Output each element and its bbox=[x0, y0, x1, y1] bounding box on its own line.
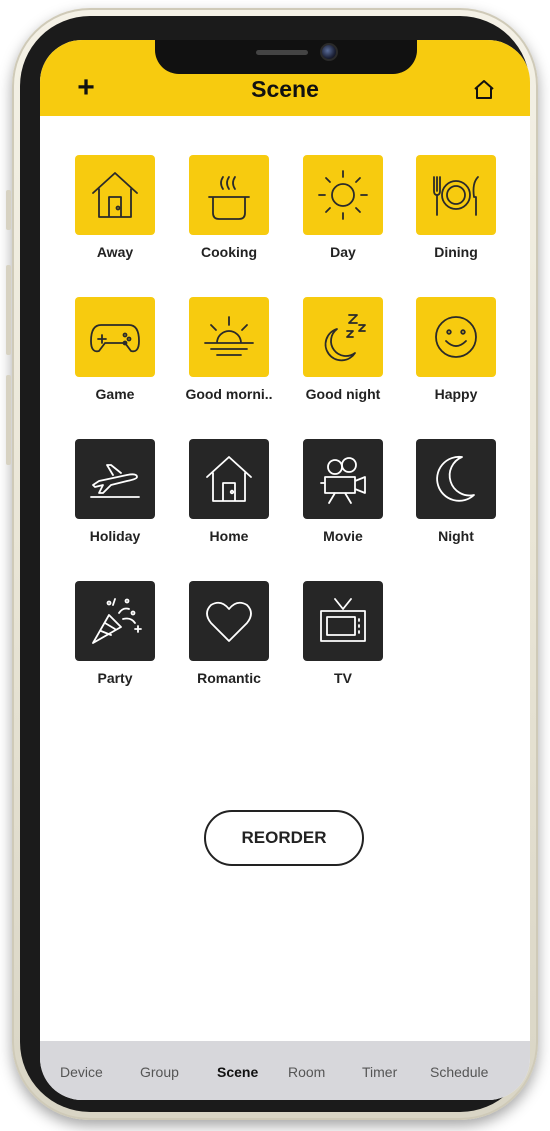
television-icon bbox=[320, 598, 366, 642]
tab-scene[interactable]: Scene bbox=[217, 1064, 258, 1080]
house-door-icon bbox=[92, 172, 138, 218]
scene-icon-box[interactable] bbox=[189, 581, 269, 661]
scene-label: TV bbox=[334, 670, 352, 686]
airplane-icon bbox=[90, 464, 140, 498]
house-icon bbox=[206, 456, 252, 502]
tab-room[interactable]: Room bbox=[288, 1064, 325, 1080]
scene-tile-cooking[interactable]: Cooking bbox=[174, 155, 284, 275]
moon-zzz-icon bbox=[324, 314, 366, 362]
scene-icon-box[interactable] bbox=[189, 297, 269, 377]
scene-label: Romantic bbox=[197, 670, 261, 686]
speaker bbox=[256, 50, 308, 55]
screen: + Scene Away Cooking Day Dining Game Good mor… bbox=[40, 40, 530, 1100]
scene-tile-romantic[interactable]: Romantic bbox=[174, 581, 284, 701]
scene-label: Party bbox=[97, 670, 133, 686]
tab-group[interactable]: Group bbox=[140, 1064, 179, 1080]
scene-tile-day[interactable]: Day bbox=[288, 155, 398, 275]
scene-icon-box[interactable] bbox=[75, 155, 155, 235]
scene-label: Cooking bbox=[201, 244, 257, 260]
scene-tile-holiday[interactable]: Holiday bbox=[60, 439, 170, 559]
scene-tile-happy[interactable]: Happy bbox=[401, 297, 511, 417]
scene-tile-party[interactable]: Party bbox=[60, 581, 170, 701]
header-bar: + Scene bbox=[40, 40, 530, 116]
scene-icon-box[interactable] bbox=[189, 155, 269, 235]
sun-icon bbox=[318, 170, 368, 220]
scene-icon-box[interactable] bbox=[416, 439, 496, 519]
crescent-moon-icon bbox=[436, 455, 475, 502]
scene-tile-night[interactable]: Night bbox=[401, 439, 511, 559]
scene-tile-game[interactable]: Game bbox=[60, 297, 170, 417]
gamepad-icon bbox=[90, 324, 140, 353]
scene-label: Movie bbox=[323, 528, 363, 544]
scene-icon-box[interactable] bbox=[416, 297, 496, 377]
scene-tile-dining[interactable]: Dining bbox=[401, 155, 511, 275]
side-button bbox=[6, 265, 11, 355]
scene-label: Dining bbox=[434, 244, 478, 260]
scene-tile-good-morni[interactable]: Good morni.. bbox=[174, 297, 284, 417]
smiley-icon bbox=[435, 316, 477, 358]
scene-tile-good-night[interactable]: Good night bbox=[288, 297, 398, 417]
scene-icon-box[interactable] bbox=[416, 155, 496, 235]
scene-icon-box[interactable] bbox=[189, 439, 269, 519]
reorder-button[interactable]: REORDER bbox=[204, 810, 364, 866]
movie-camera-icon bbox=[320, 457, 366, 504]
tab-device[interactable]: Device bbox=[60, 1064, 103, 1080]
tab-schedule[interactable]: Schedule bbox=[430, 1064, 488, 1080]
cooking-pot-icon bbox=[208, 176, 250, 220]
side-button bbox=[6, 190, 11, 230]
scene-label: Day bbox=[330, 244, 356, 260]
sunrise-icon bbox=[204, 316, 254, 356]
scene-label: Good night bbox=[305, 386, 381, 402]
bottom-tab-bar: Device Group Scene Room Timer Schedule bbox=[40, 1041, 530, 1100]
scene-tile-home[interactable]: Home bbox=[174, 439, 284, 559]
scene-label: Home bbox=[209, 528, 249, 544]
page-title: Scene bbox=[251, 76, 319, 102]
scene-icon-box[interactable] bbox=[303, 581, 383, 661]
scene-tile-tv[interactable]: TV bbox=[288, 581, 398, 701]
home-icon[interactable] bbox=[472, 78, 496, 102]
party-popper-icon bbox=[92, 598, 142, 644]
scene-label: Holiday bbox=[89, 528, 141, 544]
scene-label: Game bbox=[95, 386, 135, 402]
plate-cutlery-icon bbox=[433, 176, 479, 216]
side-button bbox=[6, 375, 11, 465]
scene-tile-away[interactable]: Away bbox=[60, 155, 170, 275]
scene-label: Away bbox=[96, 244, 134, 260]
scene-icon-box[interactable] bbox=[303, 439, 383, 519]
heart-icon bbox=[206, 601, 252, 642]
scene-tile-movie[interactable]: Movie bbox=[288, 439, 398, 559]
scene-label: Happy bbox=[434, 386, 478, 402]
notch bbox=[155, 40, 417, 74]
camera-icon bbox=[320, 43, 338, 61]
scene-icon-box[interactable] bbox=[75, 297, 155, 377]
scene-icon-box[interactable] bbox=[303, 297, 383, 377]
scene-icon-box[interactable] bbox=[75, 439, 155, 519]
tab-timer[interactable]: Timer bbox=[362, 1064, 397, 1080]
scene-icon-box[interactable] bbox=[75, 581, 155, 661]
scene-icon-box[interactable] bbox=[303, 155, 383, 235]
scene-label: Good morni.. bbox=[185, 386, 273, 402]
scene-label: Night bbox=[438, 528, 474, 544]
